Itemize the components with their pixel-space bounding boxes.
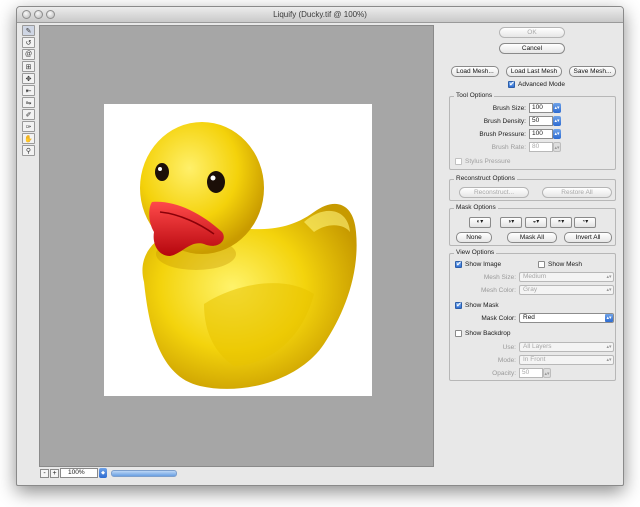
cancel-button[interactable]: Cancel — [499, 43, 565, 54]
brush-rate-stepper-icon[interactable]: ▴▾ — [553, 142, 561, 152]
zoom-dropdown-icon[interactable]: ◆ — [99, 468, 107, 478]
thaw-mask-tool-icon[interactable]: ✑ — [22, 121, 35, 132]
show-mask-label: Show Mask — [465, 302, 499, 309]
brush-density-label: Brush Density: — [483, 118, 526, 125]
brush-pressure-input[interactable]: 100 — [529, 129, 553, 139]
advanced-mode-checkbox[interactable] — [508, 80, 515, 88]
mask-color-label: Mask Color: — [481, 315, 516, 322]
mask-options-title: Mask Options — [454, 204, 498, 211]
opacity-stepper-icon[interactable]: ▴▾ — [543, 368, 551, 378]
tools-panel: ✎ ↺ @ ⊞ ✥ ⇤ ⇋ ✐ ✑ ✋ ⚲ — [21, 25, 36, 156]
twirl-tool-icon[interactable]: @ — [22, 49, 35, 60]
reconstruct-options-title: Reconstruct Options — [454, 175, 517, 182]
zoom-level-field[interactable]: 100% — [60, 468, 98, 478]
show-backdrop-checkbox[interactable] — [455, 330, 462, 337]
mesh-size-value: Medium — [523, 273, 547, 280]
load-last-mesh-button[interactable]: Load Last Mesh — [506, 66, 562, 77]
mirror-tool-icon[interactable]: ⇋ — [22, 97, 35, 108]
tool-options-title: Tool Options — [454, 92, 495, 99]
mask-invert-icon[interactable]: ◔▾ — [574, 217, 596, 228]
duck-image[interactable] — [104, 104, 372, 396]
mesh-color-select[interactable]: Gray ▴▾ — [519, 285, 614, 295]
mode-label: Mode: — [497, 357, 516, 364]
brush-pressure-label: Brush Pressure: — [479, 131, 526, 138]
options-panel: OK Cancel Load Mesh... Load Last Mesh Sa… — [444, 25, 622, 480]
freeze-mask-tool-icon[interactable]: ✐ — [22, 109, 35, 120]
mask-color-select[interactable]: Red ▴▾ — [519, 313, 614, 323]
show-mesh-label: Show Mesh — [548, 261, 582, 268]
tool-options-group: Tool Options Brush Size: 100 ▴▾ Brush De… — [449, 92, 616, 170]
opacity-input[interactable]: 50 — [519, 368, 543, 378]
mode-select[interactable]: In Front ▴▾ — [519, 355, 614, 365]
forward-warp-tool-icon[interactable]: ✎ — [22, 25, 35, 36]
preview-canvas[interactable] — [39, 25, 434, 467]
mesh-color-value: Gray — [523, 286, 538, 293]
horizontal-scrollbar[interactable] — [111, 470, 177, 477]
mask-replace-icon[interactable]: ◐▾ — [469, 217, 491, 228]
liquify-window: Liquify (Ducky.tif @ 100%) ✎ ↺ @ ⊞ ✥ ⇤ ⇋… — [16, 6, 624, 486]
bloat-tool-icon[interactable]: ✥ — [22, 73, 35, 84]
show-image-checkbox[interactable] — [455, 260, 462, 268]
view-options-title: View Options — [454, 249, 497, 256]
load-mesh-button[interactable]: Load Mesh... — [451, 66, 499, 77]
mask-none-button[interactable]: None — [456, 232, 492, 243]
brush-density-stepper-icon[interactable]: ▴▾ — [553, 116, 561, 126]
mask-intersect-icon[interactable]: ◓▾ — [550, 217, 572, 228]
use-value: All Layers — [523, 343, 552, 350]
brush-size-label: Brush Size: — [492, 105, 526, 112]
brush-rate-label: Brush Rate: — [491, 144, 526, 151]
mask-color-value: Red — [523, 314, 535, 321]
stylus-pressure-label: Stylus Pressure — [465, 158, 511, 165]
brush-pressure-stepper-icon[interactable]: ▴▾ — [553, 129, 561, 139]
brush-density-input[interactable]: 50 — [529, 116, 553, 126]
mesh-color-label: Mesh Color: — [480, 287, 516, 294]
use-label: Use: — [502, 344, 516, 351]
use-arrow-icon: ▴▾ — [606, 344, 612, 350]
mask-subtract-icon[interactable]: ◒▾ — [525, 217, 547, 228]
brush-rate-input[interactable]: 80 — [529, 142, 553, 152]
show-backdrop-label: Show Backdrop — [465, 330, 511, 337]
mask-add-icon[interactable]: ◑▾ — [500, 217, 522, 228]
invert-all-button[interactable]: Invert All — [564, 232, 612, 243]
reconstruct-options-group: Reconstruct Options Reconstruct... Resto… — [449, 175, 616, 201]
push-left-tool-icon[interactable]: ⇤ — [22, 85, 35, 96]
mode-arrow-icon: ▴▾ — [606, 357, 612, 363]
show-image-label: Show Image — [465, 261, 502, 268]
zoom-out-button[interactable]: - — [40, 469, 49, 478]
show-mesh-checkbox[interactable] — [538, 261, 545, 268]
hand-tool-icon[interactable]: ✋ — [22, 133, 35, 144]
brush-size-input[interactable]: 100 — [529, 103, 553, 113]
title-bar: Liquify (Ducky.tif @ 100%) — [17, 7, 623, 23]
window-title: Liquify (Ducky.tif @ 100%) — [273, 10, 367, 19]
mesh-size-select[interactable]: Medium ▴▾ — [519, 272, 614, 282]
mask-color-arrow-icon: ▴▾ — [605, 314, 613, 322]
zoom-tool-icon[interactable]: ⚲ — [22, 145, 35, 156]
save-mesh-button[interactable]: Save Mesh... — [569, 66, 616, 77]
mesh-size-label: Mesh Size: — [483, 274, 516, 281]
mesh-color-arrow-icon: ▴▾ — [606, 287, 612, 293]
zoom-in-button[interactable]: + — [50, 469, 59, 478]
reconstruct-tool-icon[interactable]: ↺ — [22, 37, 35, 48]
restore-all-button[interactable]: Restore All — [542, 187, 612, 198]
mode-value: In Front — [523, 356, 546, 363]
pucker-tool-icon[interactable]: ⊞ — [22, 61, 35, 72]
ok-button[interactable]: OK — [499, 27, 565, 38]
mesh-size-arrow-icon: ▴▾ — [606, 274, 612, 280]
use-select[interactable]: All Layers ▴▾ — [519, 342, 614, 352]
reconstruct-button[interactable]: Reconstruct... — [459, 187, 529, 198]
brush-size-stepper-icon[interactable]: ▴▾ — [553, 103, 561, 113]
show-mask-checkbox[interactable] — [455, 301, 462, 309]
mask-options-group: Mask Options ◐▾ ◑▾ ◒▾ ◓▾ ◔▾ None Mask Al… — [449, 204, 616, 246]
mask-all-button[interactable]: Mask All — [507, 232, 557, 243]
zoom-bar: - + 100% ◆ — [39, 468, 434, 480]
view-options-group: View Options Show Image Show Mesh Mesh S… — [449, 249, 616, 381]
stylus-pressure-checkbox[interactable] — [455, 158, 462, 165]
rubber-duck-illustration — [140, 122, 357, 389]
opacity-label: Opacity: — [492, 370, 516, 377]
advanced-mode-label: Advanced Mode — [518, 81, 565, 88]
